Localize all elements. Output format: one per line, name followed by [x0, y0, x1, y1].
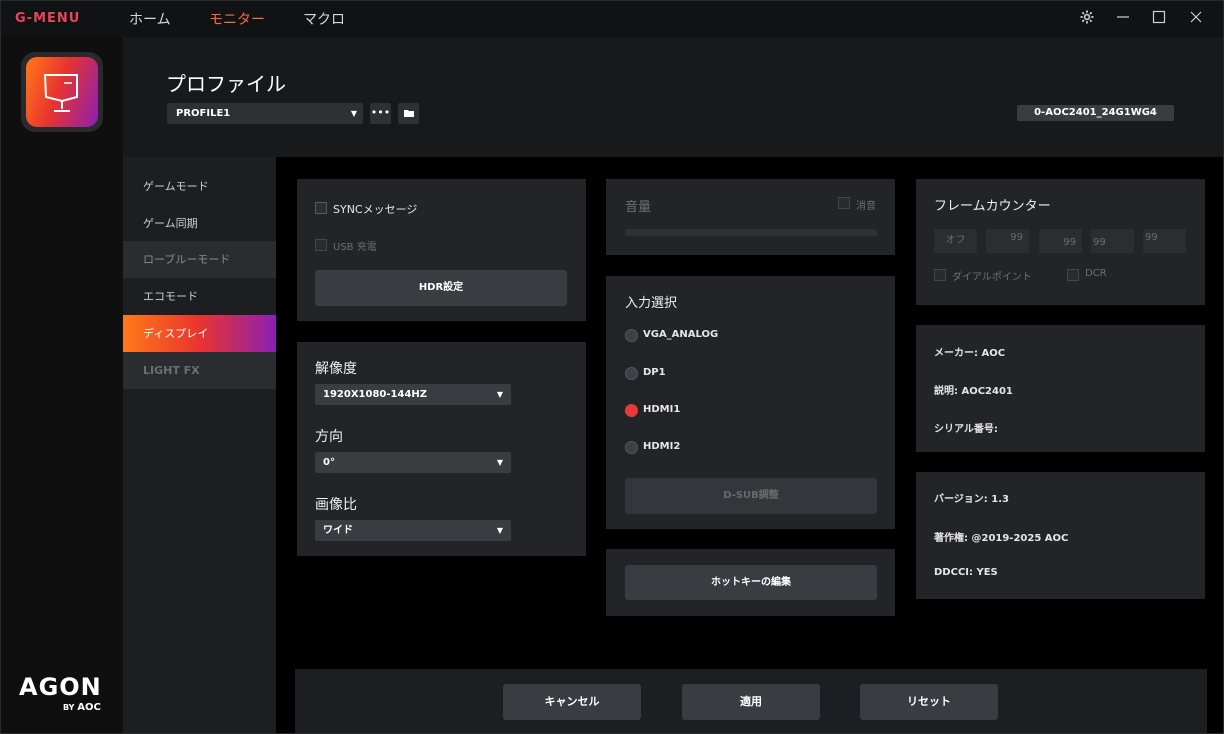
usb-charge-checkbox[interactable] [315, 239, 327, 251]
ddcci-text: DDCCI: YES [934, 567, 998, 578]
hdr-settings-button[interactable]: HDR設定 [315, 270, 567, 306]
app-brand: G-MENU [15, 11, 81, 26]
menu-item-eco-mode[interactable]: エコモード [123, 278, 276, 315]
monitor-id-badge: 0-AOC2401_24G1WG4 [1017, 105, 1174, 121]
dial-point-label: ダイアルポイント [952, 272, 1032, 283]
orientation-label: 方向 [315, 429, 343, 445]
menu-item-game-mode[interactable]: ゲームモード [123, 168, 276, 205]
nav-macro[interactable]: マクロ [303, 9, 345, 29]
monitor-icon [26, 57, 98, 127]
reset-button[interactable]: リセット [860, 684, 998, 720]
profile-header [123, 37, 1223, 157]
profile-select[interactable]: PROFILE1 ▼ [167, 103, 363, 124]
volume-slider[interactable] [625, 229, 877, 236]
frame-counter-field-2[interactable]: 99 [1039, 229, 1082, 253]
volume-label: 音量 [625, 200, 652, 215]
input-select-title: 入力選択 [625, 296, 678, 311]
nav-monitor[interactable]: モニター [209, 9, 265, 29]
resolution-label: 解像度 [315, 361, 357, 377]
radio-hdmi2-label: HDMI2 [643, 441, 681, 452]
edit-hotkey-button[interactable]: ホットキーの編集 [625, 565, 877, 600]
serial-text: シリアル番号: [934, 424, 998, 435]
app-window: G-MENU ホーム モニター マクロ AGON BY AOC プロファイル P… [0, 0, 1224, 734]
description-text: 説明: AOC2401 [934, 386, 1013, 397]
version-text: バージョン: 1.3 [934, 494, 1009, 505]
menu-item-low-blue[interactable]: ローブルーモード [123, 241, 276, 278]
title-bar [1, 1, 1223, 37]
page-title: プロファイル [166, 72, 286, 96]
radio-vga[interactable] [625, 329, 638, 342]
radio-vga-label: VGA_ANALOG [643, 329, 719, 340]
dcr-label: DCR [1085, 268, 1107, 279]
frame-counter-field-3[interactable]: 99 [1091, 229, 1134, 253]
chevron-down-icon: ▼ [496, 458, 503, 467]
dsub-adjust-button[interactable]: D-SUB調整 [625, 478, 877, 514]
radio-hdmi1-label: HDMI1 [643, 404, 681, 415]
chevron-down-icon: ▼ [350, 109, 357, 118]
aspect-ratio-select[interactable]: ワイド ▼ [315, 520, 511, 541]
folder-icon[interactable] [398, 103, 419, 124]
frame-counter-title: フレームカウンター [934, 199, 1051, 214]
dial-point-checkbox[interactable] [934, 269, 946, 281]
chevron-down-icon: ▼ [496, 526, 503, 535]
sync-message-label: SYNCメッセージ [333, 203, 418, 216]
left-rail [1, 37, 123, 733]
resolution-select[interactable]: 1920X1080-144HZ ▼ [315, 384, 511, 405]
sync-message-checkbox[interactable] [315, 202, 327, 214]
chevron-down-icon: ▼ [496, 390, 503, 399]
radio-hdmi1[interactable] [625, 404, 638, 417]
volume-panel [606, 179, 895, 255]
dcr-checkbox[interactable] [1067, 269, 1079, 281]
more-options-button[interactable]: ••• [370, 103, 391, 124]
radio-dp1-label: DP1 [643, 367, 666, 378]
apply-button[interactable]: 適用 [682, 684, 820, 720]
radio-dp1[interactable] [625, 367, 638, 380]
minimize-icon[interactable] [1113, 9, 1133, 29]
orientation-select[interactable]: 0° ▼ [315, 452, 511, 473]
usb-charge-label: USB 充電 [333, 242, 377, 253]
frame-counter-field-1[interactable]: 99 [986, 229, 1029, 253]
maker-text: メーカー: AOC [934, 348, 1006, 359]
gear-icon[interactable] [1077, 9, 1097, 29]
frame-counter-field-4[interactable]: 99 [1143, 229, 1186, 253]
menu-item-light-fx[interactable]: LIGHT FX [123, 352, 276, 389]
nav-home[interactable]: ホーム [129, 9, 171, 29]
mute-checkbox[interactable] [838, 197, 850, 209]
frame-counter-off[interactable]: オフ [934, 229, 977, 253]
mute-label: 消音 [856, 201, 876, 212]
cancel-button[interactable]: キャンセル [503, 684, 641, 720]
close-icon[interactable] [1186, 9, 1206, 29]
maximize-icon[interactable] [1149, 9, 1169, 29]
menu-item-game-sync[interactable]: ゲーム同期 [123, 205, 276, 242]
agon-logo: AGON BY AOC [19, 673, 102, 713]
menu-item-display[interactable]: ディスプレイ [123, 315, 276, 352]
copyright-text: 著作権: @2019-2025 AOC [934, 533, 1069, 544]
radio-hdmi2[interactable] [625, 441, 638, 454]
aspect-ratio-label: 画像比 [315, 497, 357, 513]
